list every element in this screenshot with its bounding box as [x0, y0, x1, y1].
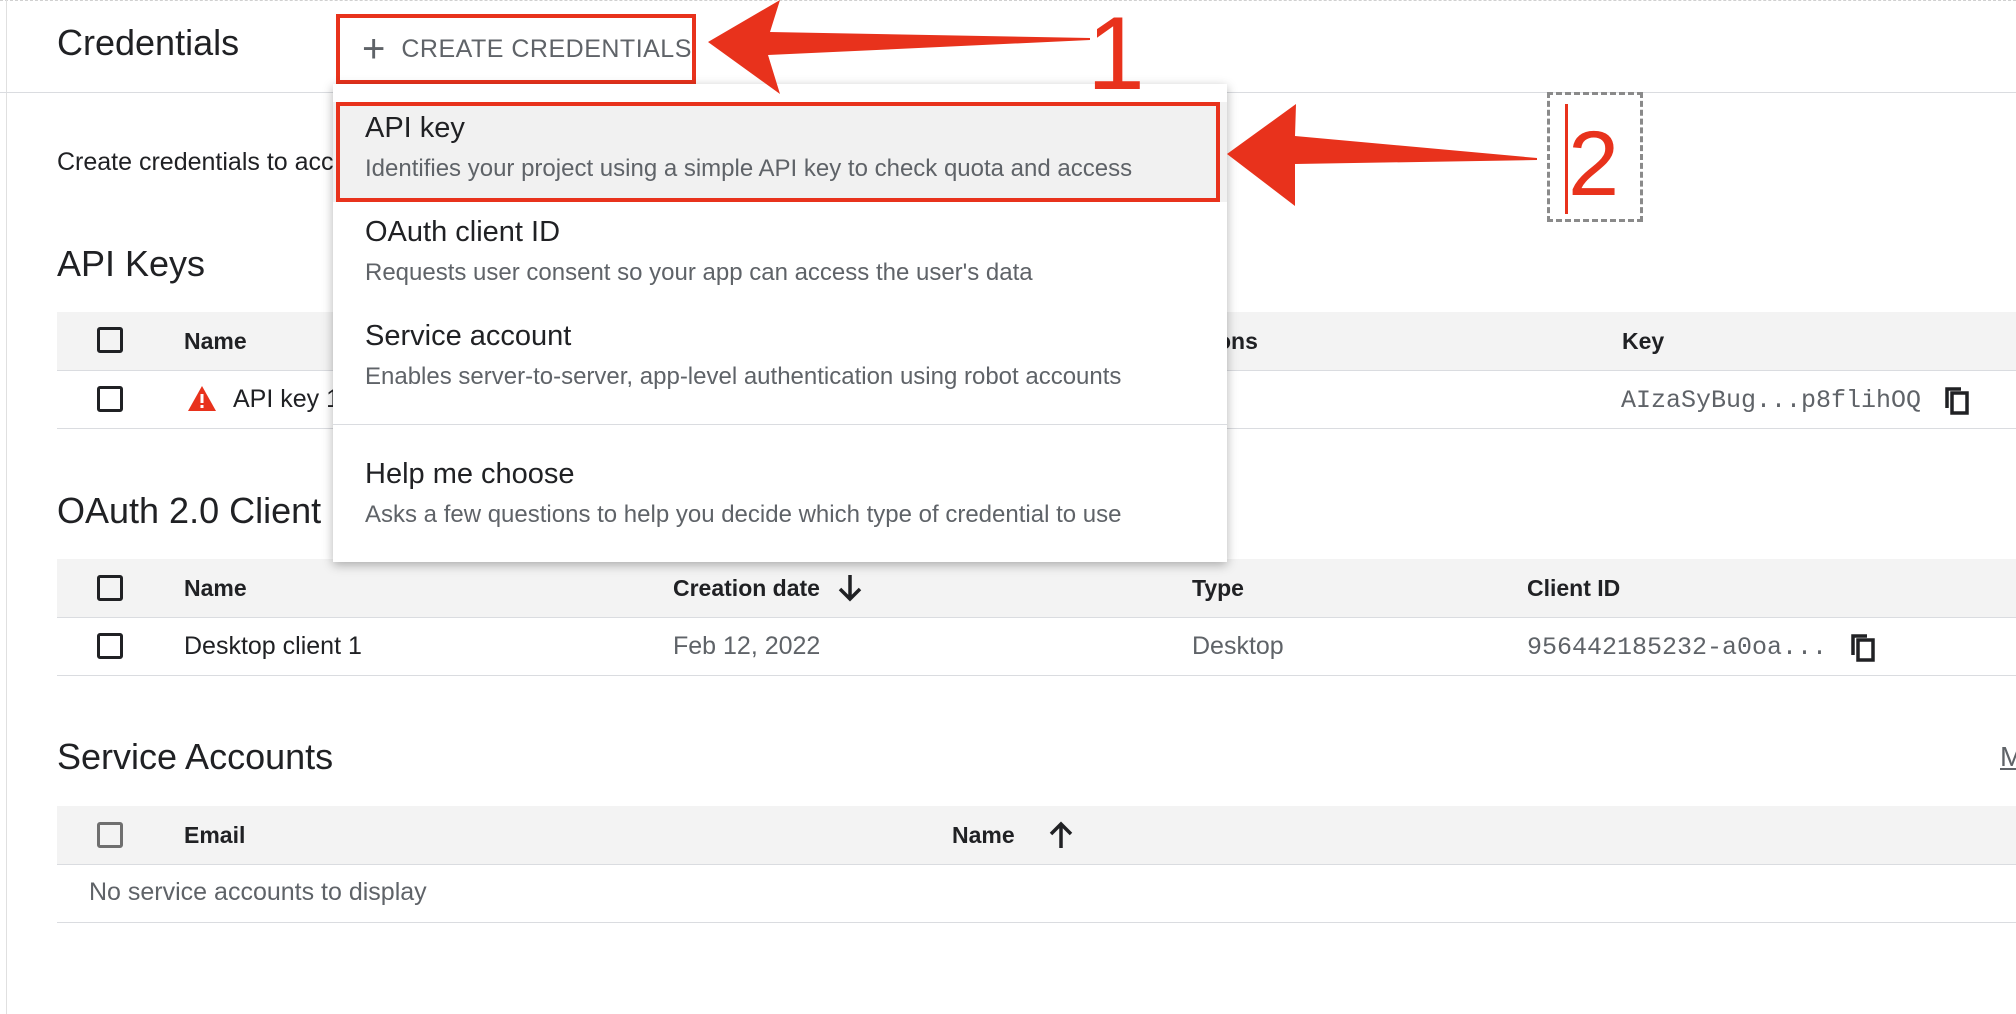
select-all-api-keys-checkbox[interactable]	[97, 327, 123, 353]
step2-number: 2	[1568, 113, 1620, 215]
oauth-col-name: Name	[184, 575, 247, 601]
menu-item-description: Requests user consent so your app can ac…	[365, 259, 1033, 286]
api-key-name-link[interactable]: API key 1	[233, 385, 340, 414]
oauth-col-creation-date[interactable]: Creation date	[673, 575, 820, 602]
manage-service-accounts-link[interactable]: M	[2000, 741, 2016, 773]
service-accounts-empty-text: No service accounts to display	[89, 878, 427, 906]
menu-item-service-account[interactable]: Service account Enables server-to-server…	[333, 310, 1227, 410]
menu-item-description: Asks a few questions to help you decide …	[365, 501, 1122, 528]
left-border	[0, 0, 7, 1014]
oauth-title: OAuth 2.0 Client I	[57, 490, 342, 531]
oauth-client-id: 956442185232-a0oa...	[1527, 633, 1828, 662]
copy-icon[interactable]	[1944, 386, 1970, 416]
plus-icon: +	[362, 27, 386, 71]
menu-item-title: Service account	[365, 320, 572, 352]
menu-item-description: Enables server-to-server, app-level auth…	[365, 363, 1122, 390]
service-col-email: Email	[184, 822, 246, 848]
create-credentials-label: CREATE CREDENTIALS	[401, 34, 692, 63]
select-all-service-accounts-checkbox[interactable]	[97, 822, 123, 848]
api-keys-title: API Keys	[57, 243, 206, 284]
step1-arrow-icon	[708, 0, 1090, 94]
menu-item-help-me-choose[interactable]: Help me choose Asks a few questions to h…	[333, 448, 1227, 548]
create-credentials-button[interactable]: + CREATE CREDENTIALS	[336, 14, 696, 84]
warning-icon	[188, 386, 216, 411]
intro-text: Create credentials to acc	[57, 148, 334, 176]
menu-divider	[333, 424, 1227, 425]
oauth-client-name-link[interactable]: Desktop client 1	[184, 632, 362, 661]
step1-number: 1	[1087, 0, 1145, 112]
select-all-oauth-checkbox[interactable]	[97, 575, 123, 601]
oauth-col-type: Type	[1192, 575, 1244, 601]
api-key-row-checkbox[interactable]	[97, 386, 123, 412]
api-keys-col-key: Key	[1622, 328, 1665, 354]
oauth-col-client-id: Client ID	[1527, 575, 1621, 601]
arrow-down-icon[interactable]	[835, 572, 865, 604]
service-accounts-table-header: Email Name	[57, 806, 2016, 865]
oauth-creation-date: Feb 12, 2022	[673, 632, 821, 660]
table-row: No service accounts to display	[57, 864, 2016, 923]
api-keys-col-name: Name	[184, 328, 247, 354]
copy-icon[interactable]	[1850, 633, 1876, 663]
oauth-row-checkbox[interactable]	[97, 633, 123, 659]
api-key-value: AIzaSyBug...p8flihOQ	[1621, 386, 1922, 415]
oauth-type: Desktop	[1192, 632, 1284, 660]
api-key-highlight-box	[336, 102, 1220, 202]
menu-item-oauth-client-id[interactable]: OAuth client ID Requests user consent so…	[333, 206, 1227, 306]
step2-arrow-icon	[1227, 104, 1537, 206]
menu-item-title: OAuth client ID	[365, 216, 561, 248]
arrow-up-icon[interactable]	[1046, 819, 1076, 851]
service-accounts-title: Service Accounts	[57, 736, 334, 777]
table-row: Desktop client 1 Feb 12, 2022 Desktop 95…	[57, 617, 2016, 676]
page-title: Credentials	[57, 22, 240, 63]
service-col-name[interactable]: Name	[952, 822, 1015, 849]
oauth-table-header: Name Creation date Type Client ID	[57, 559, 2016, 618]
menu-item-title: Help me choose	[365, 458, 575, 490]
